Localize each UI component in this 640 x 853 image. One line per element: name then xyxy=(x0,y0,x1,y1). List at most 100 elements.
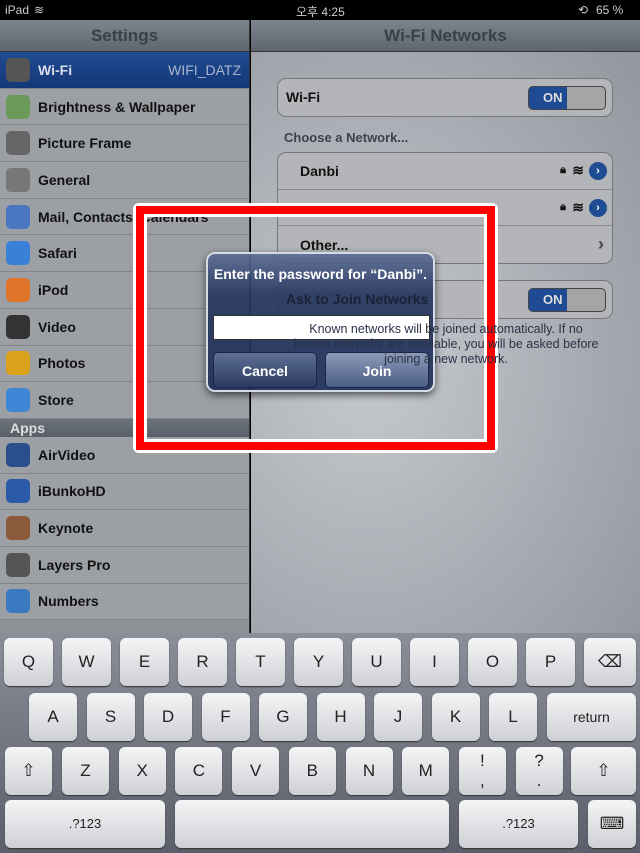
sidebar-item-label: Keynote xyxy=(38,520,94,537)
key-n[interactable]: N xyxy=(345,747,393,795)
wifi-row: Wi-Fi ON xyxy=(278,79,612,116)
rotation-lock-icon: ⟲ xyxy=(578,3,589,17)
device-name: iPad xyxy=(5,3,30,17)
dialog-title: Enter the password for “Danbi”. xyxy=(213,266,428,282)
ask-join-footer: Known networks will be joined automatica… xyxy=(293,322,599,366)
key-q[interactable]: Q xyxy=(4,638,53,686)
battery-percent: 65 % xyxy=(596,3,624,17)
flower-icon xyxy=(6,94,30,119)
sidebar-item-keynote[interactable]: Keynote xyxy=(0,510,249,547)
detail-disclosure-icon[interactable]: › xyxy=(589,161,607,180)
numbers-key[interactable]: .?123 xyxy=(5,800,165,848)
chevron-right-icon: › xyxy=(598,234,604,255)
sidebar-item-label: Numbers xyxy=(38,593,99,610)
apps-section-header: Apps xyxy=(0,418,249,437)
key-f[interactable]: F xyxy=(201,693,250,741)
key-r[interactable]: R xyxy=(178,638,227,686)
sidebar-item-ibunkohd[interactable]: iBunkoHD xyxy=(0,473,249,511)
sidebar-item-label: AirVideo xyxy=(38,446,96,463)
key-h[interactable]: H xyxy=(316,693,365,741)
on-screen-keyboard: Q W E R T Y U I O P ⌫ A S D F G H J K Lreturn ⇧ Z X C V B N M! ,? .… xyxy=(0,633,640,853)
return-key[interactable]: return xyxy=(547,693,636,741)
sidebar-item-label: Safari xyxy=(38,245,77,262)
lock-icon: 🔒︎ xyxy=(560,201,566,214)
wifi-networks-panel: Wi-Fi Networks Wi-Fi ON Choose a Network… xyxy=(251,20,640,633)
compass-icon xyxy=(6,241,30,266)
sidebar-item-label: iBunkoHD xyxy=(38,483,106,500)
key-j[interactable]: J xyxy=(374,693,422,741)
sidebar-item-numbers[interactable]: Numbers xyxy=(0,583,249,621)
key-g[interactable]: G xyxy=(259,693,307,741)
sidebar-item-mail-contacts-calendars[interactable]: Mail, Contacts, Calendars xyxy=(0,198,249,236)
video-icon xyxy=(6,314,30,339)
sidebar-item-label: Video xyxy=(38,318,76,335)
sidebar-item-general[interactable]: General xyxy=(0,162,249,199)
wifi-group: Wi-Fi ON xyxy=(277,78,613,117)
wifi-icon xyxy=(6,57,30,82)
key-y[interactable]: Y xyxy=(294,638,343,686)
ask-join-toggle[interactable]: ON xyxy=(528,288,606,312)
network-row-danbi[interactable]: Danbi 🔒︎ ≋ › xyxy=(278,153,612,190)
network-list: Danbi 🔒︎ ≋ › 🔒︎ ≋ › Other... › xyxy=(277,152,613,265)
space-key[interactable] xyxy=(175,800,449,848)
key-p[interactable]: P xyxy=(526,638,575,686)
sidebar-item-label: General xyxy=(38,171,91,188)
sidebar-item-label: iPod xyxy=(38,281,69,298)
key-i[interactable]: I xyxy=(410,638,459,686)
wifi-signal-icon: ≋ xyxy=(34,3,45,17)
key-u[interactable]: U xyxy=(352,638,401,686)
key-x[interactable]: X xyxy=(118,747,166,795)
sidebar-item-label: Mail, Contacts, Calendars xyxy=(38,208,209,225)
backspace-key-icon[interactable]: ⌫ xyxy=(584,638,636,686)
key-t[interactable]: T xyxy=(236,638,285,686)
key-m[interactable]: M xyxy=(402,747,450,795)
key-c[interactable]: C xyxy=(175,747,223,795)
book-icon xyxy=(6,479,30,504)
choose-network-label: Choose a Network... xyxy=(284,130,409,145)
sidebar-item-picture-frame[interactable]: Picture Frame xyxy=(0,125,249,163)
key-b[interactable]: B xyxy=(288,747,336,795)
key-d[interactable]: D xyxy=(144,693,192,741)
ask-join-label: Ask to Join Networks xyxy=(286,291,429,308)
sidebar-item-label: Brightness & Wallpaper xyxy=(38,98,196,115)
sidebar-item-label: Layers Pro xyxy=(38,556,111,573)
sunflower-icon xyxy=(6,351,30,376)
wifi-strength-icon: ≋ xyxy=(572,162,584,179)
key-exclamation-comma[interactable]: ! , xyxy=(458,747,506,795)
store-icon xyxy=(6,388,30,413)
key-z[interactable]: Z xyxy=(62,747,109,795)
network-row[interactable]: 🔒︎ ≋ › xyxy=(278,190,612,227)
key-s[interactable]: S xyxy=(86,693,135,741)
wifi-toggle[interactable]: ON xyxy=(528,86,606,110)
other-label: Other... xyxy=(300,236,349,253)
brush-icon xyxy=(6,552,30,577)
numbers-key[interactable]: .?123 xyxy=(459,800,578,848)
hide-keyboard-icon[interactable]: ⌨ xyxy=(588,800,636,848)
status-bar: iPad ≋ 오후 4:25 ⟲ 65 % xyxy=(0,0,640,20)
sidebar-item-airvideo[interactable]: AirVideo xyxy=(0,436,249,474)
sidebar-item-brightness-wallpaper[interactable]: Brightness & Wallpaper xyxy=(0,88,249,126)
key-l[interactable]: L xyxy=(489,693,537,741)
lock-icon: 🔒︎ xyxy=(560,164,566,177)
sidebar-item-layers-pro[interactable]: Layers Pro xyxy=(0,546,249,584)
sidebar-title: Settings xyxy=(0,20,249,52)
key-e[interactable]: E xyxy=(120,638,169,686)
key-o[interactable]: O xyxy=(468,638,517,686)
gear-icon xyxy=(6,167,30,192)
key-k[interactable]: K xyxy=(431,693,480,741)
sidebar-item-label: Wi-Fi xyxy=(38,61,73,78)
sidebar-item-label: Store xyxy=(38,392,74,409)
ipod-icon xyxy=(6,277,30,302)
detail-disclosure-icon[interactable]: › xyxy=(589,198,607,217)
clock: 오후 4:25 xyxy=(296,5,345,19)
sidebar-item-wi-fi[interactable]: Wi-Fi WIFI_DATZ xyxy=(0,52,249,89)
wifi-label: Wi-Fi xyxy=(286,89,321,106)
key-v[interactable]: V xyxy=(232,747,280,795)
mail-icon xyxy=(6,204,30,229)
shift-key-icon[interactable]: ⇧ xyxy=(571,747,636,795)
key-w[interactable]: W xyxy=(62,638,111,686)
key-a[interactable]: A xyxy=(29,693,77,741)
key-question-period[interactable]: ? . xyxy=(515,747,563,795)
shift-key-icon[interactable]: ⇧ xyxy=(5,747,52,795)
sidebar-item-label: Picture Frame xyxy=(38,135,132,152)
